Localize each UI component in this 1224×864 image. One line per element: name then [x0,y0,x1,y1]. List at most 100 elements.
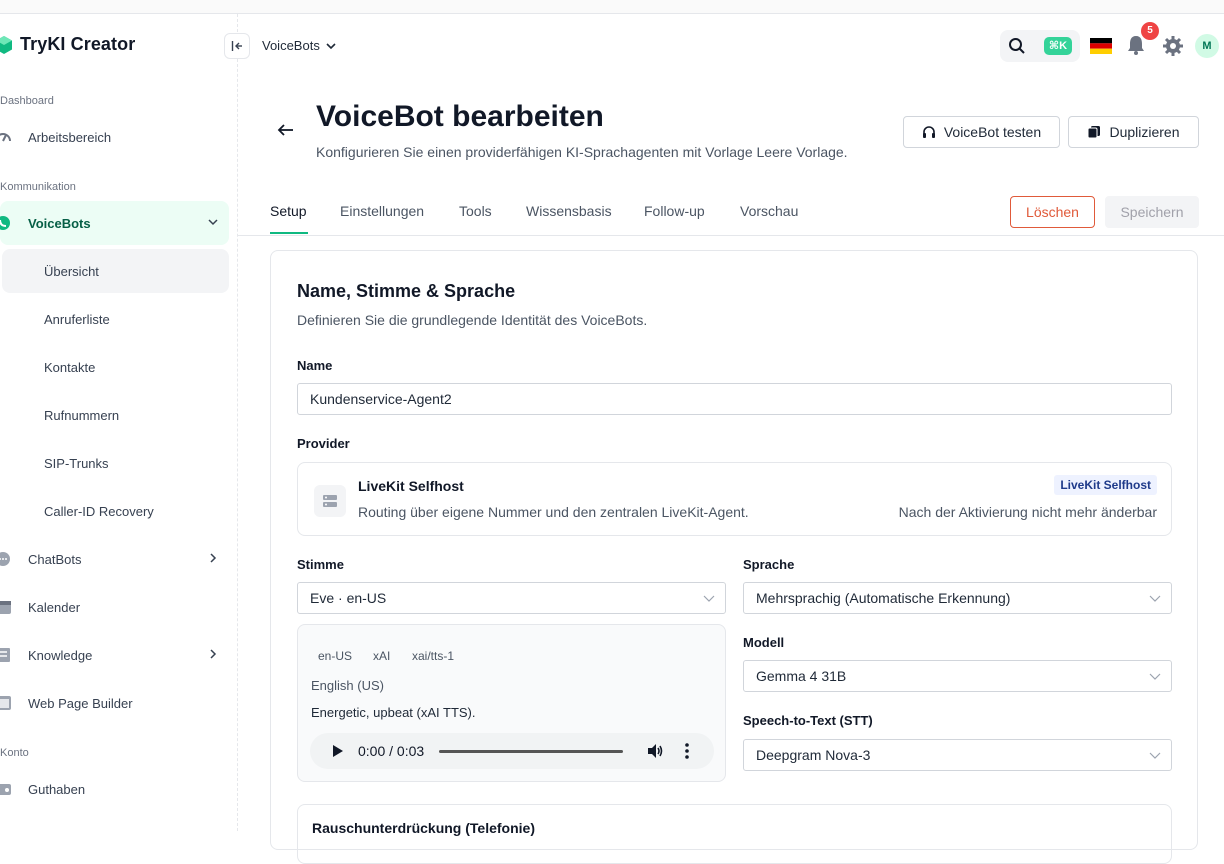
breadcrumb[interactable]: VoiceBots [262,38,336,53]
active-tab-indicator [270,232,308,234]
delete-button[interactable]: Löschen [1010,196,1095,228]
provider-label: Provider [297,436,350,451]
shortcut-badge: ⌘K [1044,37,1072,55]
stt-label: Speech-to-Text (STT) [743,713,873,728]
chevron-down-icon [703,595,715,602]
voice-info-panel: en-US xAI xai/tts-1 English (US) Energet… [297,624,726,782]
collapse-sidebar-button[interactable] [224,33,250,59]
sidebar-item-label: Guthaben [28,781,86,797]
web-page-icon [0,696,11,710]
sidebar-sub-caller-id-recovery[interactable]: Caller-ID Recovery [2,489,229,533]
duplicate-button[interactable]: Duplizieren [1068,116,1199,148]
server-icon [314,485,346,517]
sidebar-sub-rufnummern[interactable]: Rufnummern [2,393,229,437]
search-button[interactable]: ⌘K [1000,30,1080,62]
chat-icon [0,552,10,566]
book-icon [0,648,10,662]
german-flag-icon[interactable] [1090,38,1112,54]
provider-note: Nach der Aktivierung nicht mehr änderbar [898,504,1157,520]
section-title: Name, Stimme & Sprache [297,281,516,301]
section-label-dashboard: Dashboard [0,95,54,107]
headphones-icon [922,126,935,138]
voice-chip-model: xai/tts-1 [412,649,455,663]
stt-select-value: Deepgram Nova-3 [756,747,871,763]
section-description: Definieren Sie die grundlegende Identitä… [297,312,648,328]
gear-icon[interactable] [1162,35,1184,57]
chevron-right-icon [210,649,217,659]
sidebar-sub-sip-trunks[interactable]: SIP-Trunks [2,441,229,485]
breadcrumb-label: VoiceBots [262,38,320,53]
sidebar-item-knowledge[interactable]: Knowledge [0,633,229,677]
stt-select[interactable]: Deepgram Nova-3 [743,739,1172,771]
voice-select[interactable]: Eve · en-US [297,582,726,614]
model-label: Modell [743,635,785,650]
sidebar-item-web-page-builder[interactable]: Web Page Builder [0,681,229,725]
chevron-down-icon [1149,752,1161,759]
name-label: Name [297,358,333,373]
search-icon [1009,38,1025,54]
logo-icon [0,35,12,54]
tab-tools[interactable]: Tools [459,203,492,219]
test-voicebot-button[interactable]: VoiceBot testen [903,116,1060,148]
sidebar-item-label: Web Page Builder [28,695,133,711]
language-select-value: Mehrsprachig (Automatische Erkennung) [756,590,1011,606]
audio-time: 0:00 / 0:03 [358,743,425,759]
sidebar-item-guthaben[interactable]: Guthaben [0,767,229,811]
sidebar-item-label: Arbeitsbereich [28,129,112,145]
page-subtitle: Konfigurieren Sie einen providerfähigen … [316,144,848,160]
tab-wissensbasis[interactable]: Wissensbasis [526,203,612,219]
noise-suppression-title: Rauschunterdrückung (Telefonie) [312,820,535,836]
provider-badge: LiveKit Selfhost [1054,475,1157,495]
save-button[interactable]: Speichern [1105,196,1199,228]
model-select-value: Gemma 4 31B [756,668,847,684]
voice-label: Stimme [297,557,344,572]
voice-language: English (US) [311,678,384,693]
sidebar-item-voicebots[interactable]: VoiceBots [0,201,229,245]
gauge-icon [0,133,11,142]
back-arrow-icon[interactable] [276,120,296,140]
sidebar-item-arbeitsbereich[interactable]: Arbeitsbereich [0,115,229,159]
tab-follow-up[interactable]: Follow-up [644,203,705,219]
sidebar-item-chatbots[interactable]: ChatBots [0,537,229,581]
volume-icon[interactable] [646,742,664,760]
topbar: VoiceBots ⌘K 5 M [224,14,1224,78]
chevron-right-icon [210,553,217,563]
page-title: VoiceBot bearbeiten [316,100,604,133]
model-select[interactable]: Gemma 4 31B [743,660,1172,692]
wallet-icon [0,784,11,795]
browser-top-strip [0,0,1224,14]
language-select[interactable]: Mehrsprachig (Automatische Erkennung) [743,582,1172,614]
tab-setup[interactable]: Setup [270,203,307,219]
name-input[interactable]: Kundenservice-Agent2 [297,383,1172,415]
audio-progress-track[interactable] [439,750,623,753]
voice-description: Energetic, upbeat (xAI TTS). [311,705,476,720]
audio-player[interactable]: 0:00 / 0:03 [310,733,714,769]
sidebar-sub-anruferliste[interactable]: Anruferliste [2,297,229,341]
provider-description: Routing über eigene Nummer und den zentr… [358,504,749,520]
brand[interactable]: TryKI Creator [0,34,135,55]
chevron-down-icon [1149,673,1161,680]
tab-einstellungen[interactable]: Einstellungen [340,203,424,219]
section-label-kommunikation: Kommunikation [0,181,76,193]
provider-title: LiveKit Selfhost [358,478,464,494]
tab-vorschau[interactable]: Vorschau [740,203,798,219]
more-options-icon[interactable] [684,742,690,760]
collapse-icon [231,41,242,51]
sidebar-item-kalender[interactable]: Kalender [0,585,229,629]
provider-card: LiveKit Selfhost Routing über eigene Num… [297,462,1172,536]
sidebar-sub-kontakte[interactable]: Kontakte [2,345,229,389]
language-label: Sprache [743,557,795,572]
avatar[interactable]: M [1195,34,1219,58]
test-voicebot-label: VoiceBot testen [943,124,1042,140]
play-icon[interactable] [332,744,344,758]
sidebar-item-label: ChatBots [28,551,82,567]
voice-chip-locale: en-US [318,649,353,663]
sidebar-item-label: Kalender [28,599,81,615]
chevron-down-icon [326,42,336,49]
calendar-icon [0,601,11,614]
chevron-down-icon [208,219,218,226]
sidebar-sub-uebersicht[interactable]: Übersicht [2,249,229,293]
chevron-down-icon [1149,595,1161,602]
brand-name: TryKI Creator [20,34,136,54]
duplicate-label: Duplizieren [1109,124,1180,140]
